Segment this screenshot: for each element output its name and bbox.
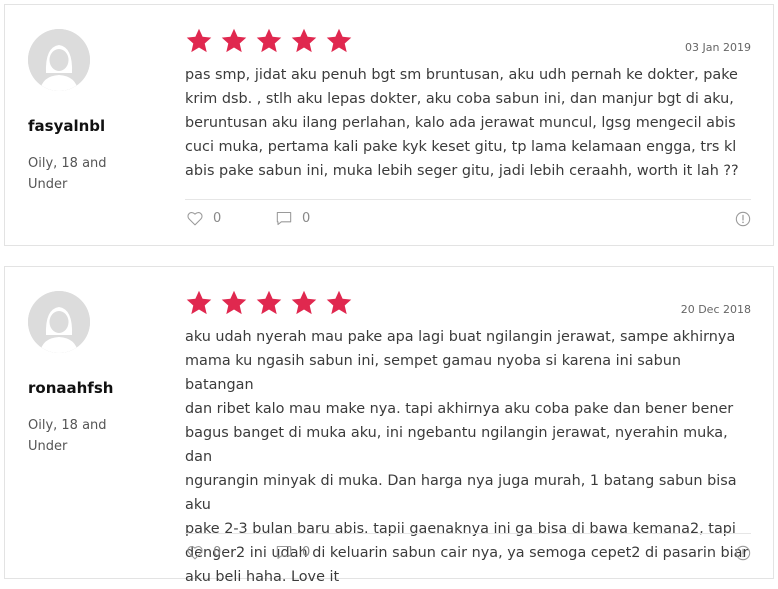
- star-icon: [220, 27, 248, 55]
- reviewer-username[interactable]: fasyalnbl: [28, 117, 105, 135]
- like-count: 0: [213, 545, 222, 560]
- review-actions: 0 0: [185, 211, 751, 231]
- heart-icon: [187, 546, 203, 560]
- review-text: pas smp, jidat aku penuh bgt sm bruntusa…: [185, 67, 739, 179]
- comment-count: 0: [302, 211, 311, 226]
- heart-icon: [187, 212, 203, 226]
- user-avatar-icon: [28, 29, 90, 91]
- star-icon: [185, 27, 213, 55]
- rating-stars: [185, 27, 353, 55]
- divider: [185, 533, 751, 534]
- comment-count: 0: [302, 545, 311, 560]
- avatar[interactable]: [28, 29, 90, 91]
- reviewer-meta: Oily, 18 and Under: [28, 156, 107, 192]
- star-icon: [185, 289, 213, 317]
- star-icon: [220, 289, 248, 317]
- report-button[interactable]: [735, 545, 751, 561]
- star-icon: [255, 289, 283, 317]
- reviewer-meta: Oily, 18 and Under: [28, 418, 107, 454]
- like-button[interactable]: 0: [187, 211, 221, 226]
- review-actions: 0 0: [185, 545, 751, 565]
- like-button[interactable]: 0: [187, 545, 221, 560]
- comment-icon: [276, 545, 292, 560]
- divider: [185, 199, 751, 200]
- avatar[interactable]: [28, 291, 90, 353]
- star-icon: [290, 27, 318, 55]
- comment-button[interactable]: 0: [276, 545, 310, 560]
- report-button[interactable]: [735, 211, 751, 227]
- review-date: 03 Jan 2019: [685, 41, 751, 54]
- star-icon: [325, 289, 353, 317]
- like-count: 0: [213, 211, 222, 226]
- comment-icon: [276, 211, 292, 226]
- rating-stars: [185, 289, 353, 317]
- star-icon: [290, 289, 318, 317]
- review-card: ronaahfsh Oily, 18 and Under 20 Dec 2018…: [4, 266, 774, 585]
- comment-button[interactable]: 0: [276, 211, 310, 226]
- alert-circle-icon: [735, 545, 751, 561]
- review-card: fasyalnbl Oily, 18 and Under 03 Jan 2019…: [4, 4, 774, 246]
- alert-circle-icon: [735, 211, 751, 227]
- user-avatar-icon: [28, 291, 90, 353]
- review-date: 20 Dec 2018: [680, 303, 751, 316]
- reviewer-username[interactable]: ronaahfsh: [28, 379, 113, 397]
- star-icon: [255, 27, 283, 55]
- star-icon: [325, 27, 353, 55]
